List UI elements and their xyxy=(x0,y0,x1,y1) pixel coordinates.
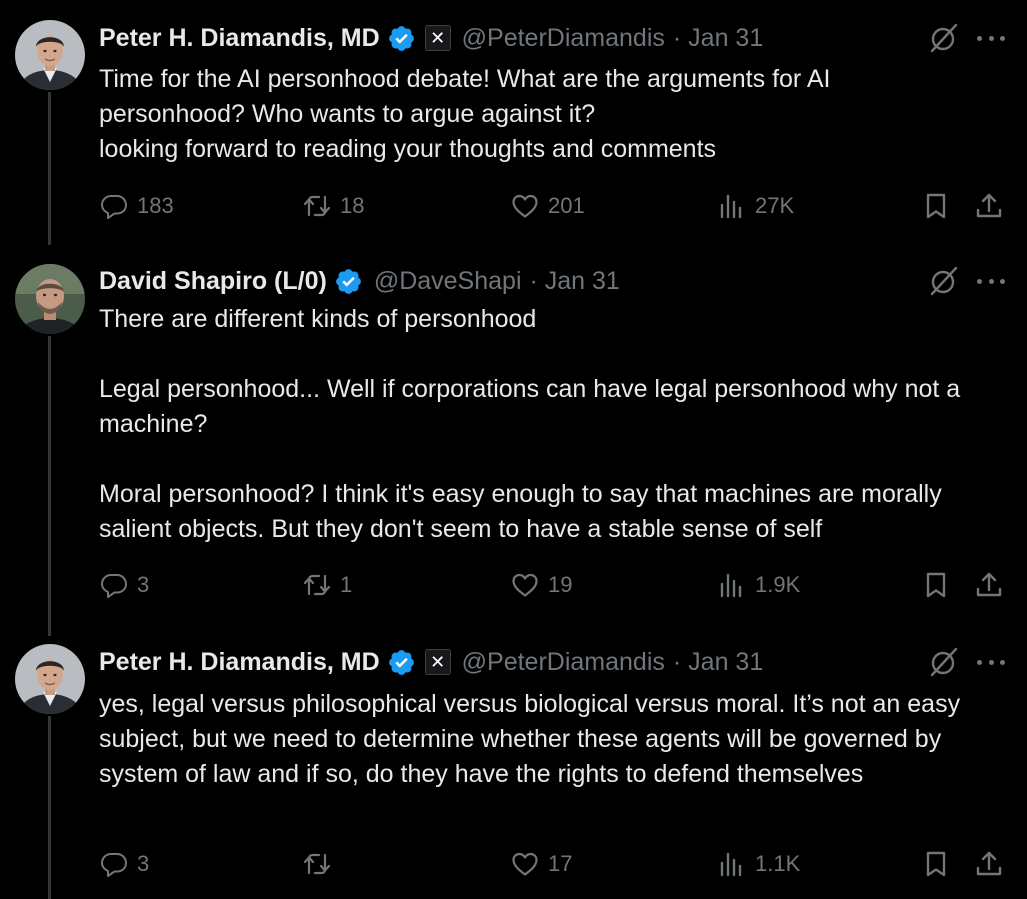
views-button[interactable]: 1.9K xyxy=(717,567,800,603)
retweet-count: 1 xyxy=(340,572,353,597)
heart-icon xyxy=(510,570,540,600)
bookmark-icon xyxy=(921,191,951,221)
tweet-paragraph: Legal personhood... Well if corporations… xyxy=(99,375,961,438)
verified-badge-icon[interactable] xyxy=(387,648,416,677)
grok-icon[interactable] xyxy=(928,265,960,297)
author-handle[interactable]: @PeterDiamandis xyxy=(462,648,665,677)
retweet-button[interactable] xyxy=(302,846,340,882)
author-name[interactable]: Peter H. Diamandis, MD xyxy=(99,24,380,53)
views-icon xyxy=(717,849,747,879)
retweet-button[interactable]: 18 xyxy=(302,188,364,224)
tweet-text: There are different kinds of personhood … xyxy=(99,302,1014,547)
retweet-icon xyxy=(302,191,332,221)
retweet-icon xyxy=(302,849,332,879)
share-icon xyxy=(974,570,1004,600)
heart-icon xyxy=(510,191,540,221)
bookmark-button[interactable] xyxy=(921,188,951,224)
tweet-paragraph: Time for the AI personhood debate! What … xyxy=(99,65,831,128)
share-icon xyxy=(974,191,1004,221)
reply-icon xyxy=(99,849,129,879)
share-button[interactable] xyxy=(974,567,1004,603)
avatar[interactable] xyxy=(15,264,85,334)
tweet-header: Peter H. Diamandis, MD ✕ @PeterDiamandis… xyxy=(99,21,763,55)
tweet-paragraph: looking forward to reading your thoughts… xyxy=(99,135,717,163)
tweet-header: David Shapiro (L/0) @DaveShapi · Jan 31 xyxy=(99,264,620,298)
grok-icon[interactable] xyxy=(928,646,960,678)
tweet-date[interactable]: · Jan 31 xyxy=(530,267,620,296)
share-icon xyxy=(974,849,1004,879)
more-icon[interactable] xyxy=(977,648,1005,676)
tweet[interactable]: David Shapiro (L/0) @DaveShapi · Jan 31 … xyxy=(0,245,1027,625)
like-button[interactable]: 17 xyxy=(510,846,572,882)
tweet[interactable]: Peter H. Diamandis, MD ✕ @PeterDiamandis… xyxy=(0,625,1027,899)
grok-icon[interactable] xyxy=(928,22,960,54)
tweet[interactable]: Peter H. Diamandis, MD ✕ @PeterDiamandis… xyxy=(0,0,1027,245)
action-bar: 3 17 1.1K xyxy=(99,846,1009,882)
verified-badge-icon[interactable] xyxy=(387,24,416,53)
bookmark-icon xyxy=(921,570,951,600)
tweet-paragraph: yes, legal versus philosophical versus b… xyxy=(99,690,961,788)
retweet-count: 18 xyxy=(340,193,365,218)
x-affiliate-badge-icon[interactable]: ✕ xyxy=(424,649,451,675)
reply-count: 183 xyxy=(137,193,174,218)
like-count: 201 xyxy=(548,193,585,218)
more-icon[interactable] xyxy=(977,267,1005,295)
author-name[interactable]: David Shapiro (L/0) xyxy=(99,267,327,296)
heart-icon xyxy=(510,849,540,879)
retweet-button[interactable]: 1 xyxy=(302,567,352,603)
view-count: 1.9K xyxy=(755,572,801,597)
like-button[interactable]: 201 xyxy=(510,188,585,224)
views-icon xyxy=(717,570,747,600)
like-button[interactable]: 19 xyxy=(510,567,572,603)
tweet-paragraph: Moral personhood? I think it's easy enou… xyxy=(99,480,942,543)
verified-badge-icon[interactable] xyxy=(334,267,363,296)
tweet-text: Time for the AI personhood debate! What … xyxy=(99,62,1014,167)
x-affiliate-badge-icon[interactable]: ✕ xyxy=(424,25,451,51)
retweet-icon xyxy=(302,570,332,600)
reply-icon xyxy=(99,570,129,600)
action-bar: 183 18 201 27K xyxy=(99,188,1009,224)
author-name[interactable]: Peter H. Diamandis, MD xyxy=(99,648,380,677)
reply-button[interactable]: 183 xyxy=(99,188,174,224)
like-count: 19 xyxy=(548,572,573,597)
avatar[interactable] xyxy=(15,20,85,90)
action-bar: 3 1 19 1.9K xyxy=(99,567,1009,603)
bookmark-icon xyxy=(921,849,951,879)
reply-button[interactable]: 3 xyxy=(99,846,149,882)
share-button[interactable] xyxy=(974,846,1004,882)
like-count: 17 xyxy=(548,851,573,876)
share-button[interactable] xyxy=(974,188,1004,224)
bookmark-button[interactable] xyxy=(921,846,951,882)
reply-count: 3 xyxy=(137,572,150,597)
view-count: 27K xyxy=(755,193,795,218)
reply-button[interactable]: 3 xyxy=(99,567,149,603)
tweet-date[interactable]: · Jan 31 xyxy=(673,648,763,677)
tweet-date[interactable]: · Jan 31 xyxy=(673,24,763,53)
bookmark-button[interactable] xyxy=(921,567,951,603)
views-icon xyxy=(717,191,747,221)
view-count: 1.1K xyxy=(755,851,801,876)
reply-icon xyxy=(99,191,129,221)
tweet-text: yes, legal versus philosophical versus b… xyxy=(99,687,1014,792)
avatar[interactable] xyxy=(15,644,85,714)
more-icon[interactable] xyxy=(977,24,1005,52)
tweet-paragraph: There are different kinds of personhood xyxy=(99,305,537,333)
tweet-header: Peter H. Diamandis, MD ✕ @PeterDiamandis… xyxy=(99,645,763,679)
views-button[interactable]: 27K xyxy=(717,188,794,224)
author-handle[interactable]: @PeterDiamandis xyxy=(462,24,665,53)
reply-count: 3 xyxy=(137,851,150,876)
views-button[interactable]: 1.1K xyxy=(717,846,800,882)
author-handle[interactable]: @DaveShapi xyxy=(374,267,522,296)
